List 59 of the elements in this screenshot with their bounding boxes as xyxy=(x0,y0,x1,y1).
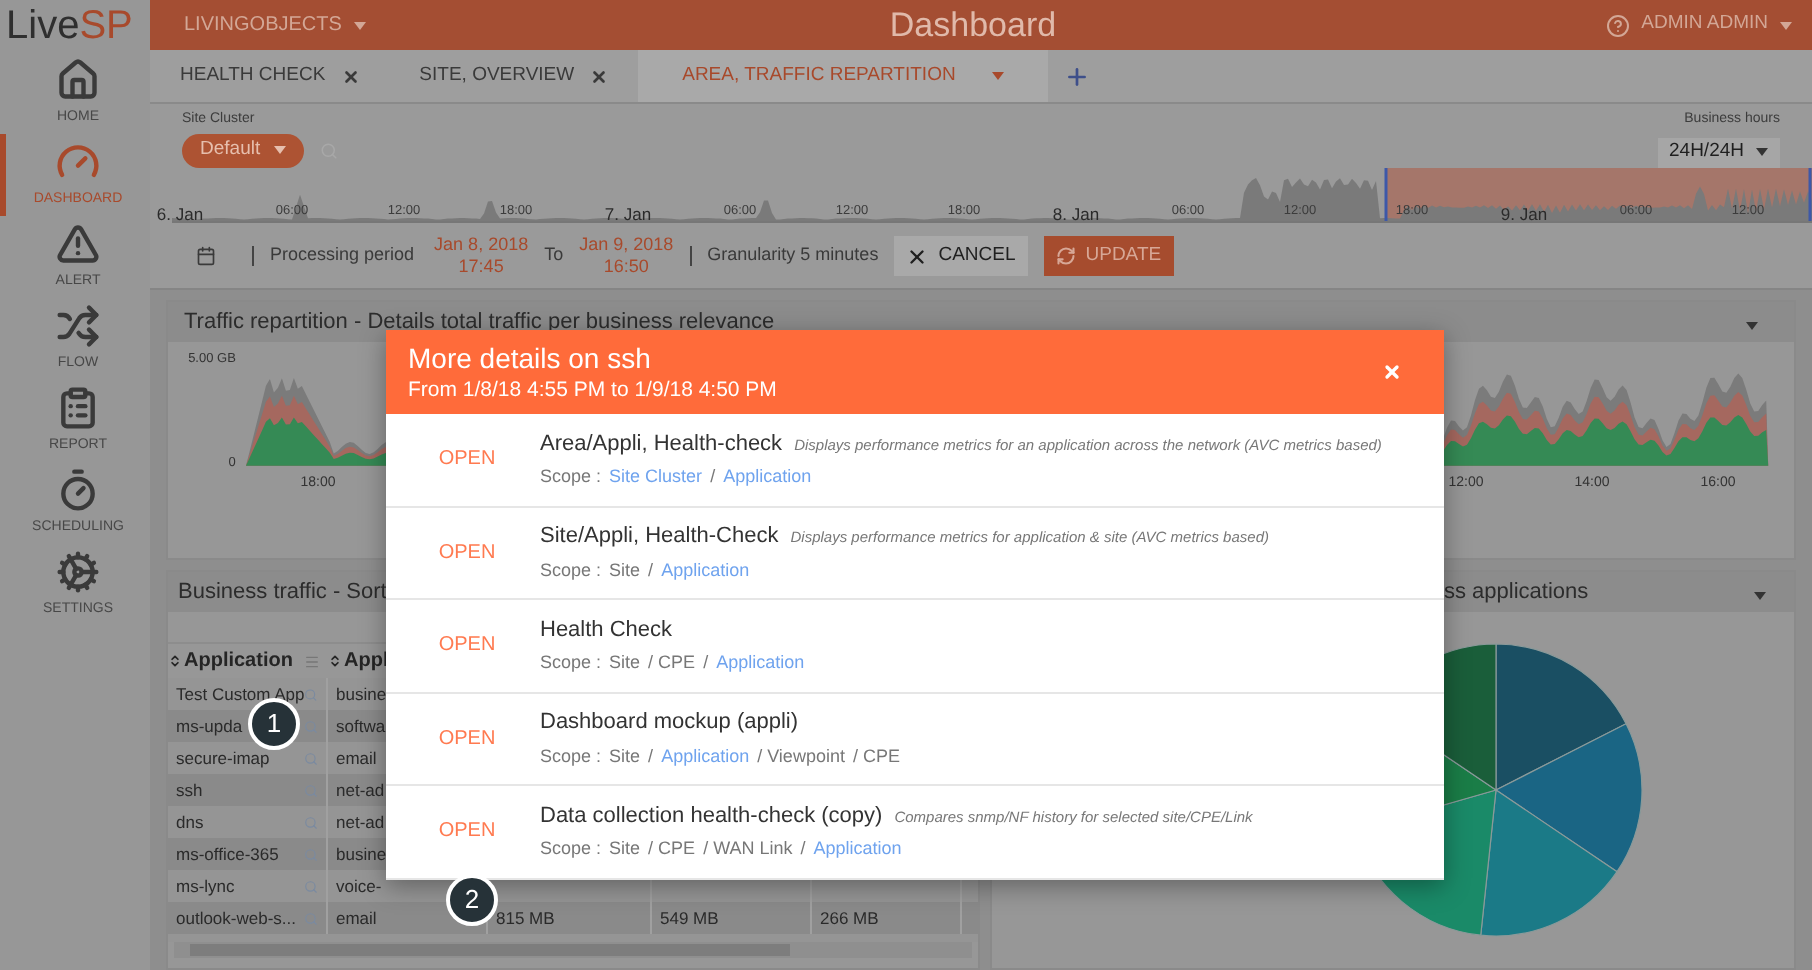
scope-label: Scope : xyxy=(540,464,602,491)
table-cell: outlook-web-s... xyxy=(176,905,296,931)
table-cell: softwa xyxy=(336,713,386,739)
table-cell: voice- xyxy=(336,873,382,899)
scope-text: / CPE xyxy=(852,743,900,770)
item-title: Area/Appli, Health-check xyxy=(540,429,783,460)
scope-text: / xyxy=(648,557,654,584)
table-cell: dns xyxy=(176,809,204,835)
table-cell: ms-upda xyxy=(176,713,243,739)
table-cell: busine xyxy=(336,841,387,867)
panel-title: Traffic repartition - Details total traffic per business relevance xyxy=(184,307,775,338)
scope-text: Site xyxy=(609,743,641,770)
scope-label: Scope : xyxy=(540,836,602,863)
scope-text: / CPE xyxy=(648,650,696,677)
scope-text: Site xyxy=(609,836,641,863)
scope-text: / xyxy=(800,836,806,863)
to-label: To xyxy=(544,242,564,269)
panel-title: ss applications xyxy=(1444,577,1589,608)
scope-text: / xyxy=(710,464,716,491)
dialog-title: More details on ssh xyxy=(408,341,653,375)
granularity-text: Granularity 5 minutes xyxy=(707,242,879,269)
scope-text: / xyxy=(648,743,654,770)
scope-text: / Viewpoint xyxy=(757,743,845,770)
column-title: Appl xyxy=(344,648,389,676)
column-title: Application xyxy=(184,648,293,676)
table-cell: net-ad xyxy=(336,809,385,835)
timeline-label: 8. Jan xyxy=(1050,202,1102,228)
page-title: Dashboard xyxy=(889,3,1057,48)
item-title: Dashboard mockup (appli) xyxy=(540,708,799,739)
scope-text: Site xyxy=(609,557,641,584)
scope-text: / CPE xyxy=(648,836,696,863)
scope-text: Site xyxy=(609,650,641,677)
scope-label: Scope : xyxy=(540,557,602,584)
table-cell: 549 MB xyxy=(660,905,719,931)
scope-text: / WAN Link xyxy=(703,836,793,863)
logo-text: Live xyxy=(6,5,80,45)
scope-label: Scope : xyxy=(540,650,602,677)
table-cell: 266 MB xyxy=(820,905,879,931)
table-cell: ms-lync xyxy=(176,873,235,899)
timeline-label: 6. Jan xyxy=(154,202,206,228)
scope-label: Scope : xyxy=(540,743,602,770)
timeline-label: 7. Jan xyxy=(602,202,654,228)
table-cell: email xyxy=(336,745,377,771)
table-cell: busine xyxy=(336,681,387,707)
dialog-subtitle: From 1/8/18 4:55 PM to 1/9/18 4:50 PM xyxy=(408,375,777,403)
item-title: Data collection health-check (copy) xyxy=(540,801,883,832)
table-cell: ms-office-365 xyxy=(176,841,279,867)
period-label: Processing period xyxy=(270,242,415,269)
item-title: Health Check xyxy=(540,615,673,646)
scope-text: / xyxy=(703,650,709,677)
panel-title: Business traffic - Sort xyxy=(178,577,387,608)
table-cell: 815 MB xyxy=(496,905,555,931)
logo-text: SP xyxy=(79,5,133,45)
table-cell: ssh xyxy=(176,777,203,803)
table-cell: email xyxy=(336,905,377,931)
table-cell: secure-imap xyxy=(176,745,270,771)
timeline-label: 9. Jan xyxy=(1498,202,1550,228)
table-cell: net-ad xyxy=(336,777,385,803)
item-title: Site/Appli, Health-Check xyxy=(540,522,779,553)
